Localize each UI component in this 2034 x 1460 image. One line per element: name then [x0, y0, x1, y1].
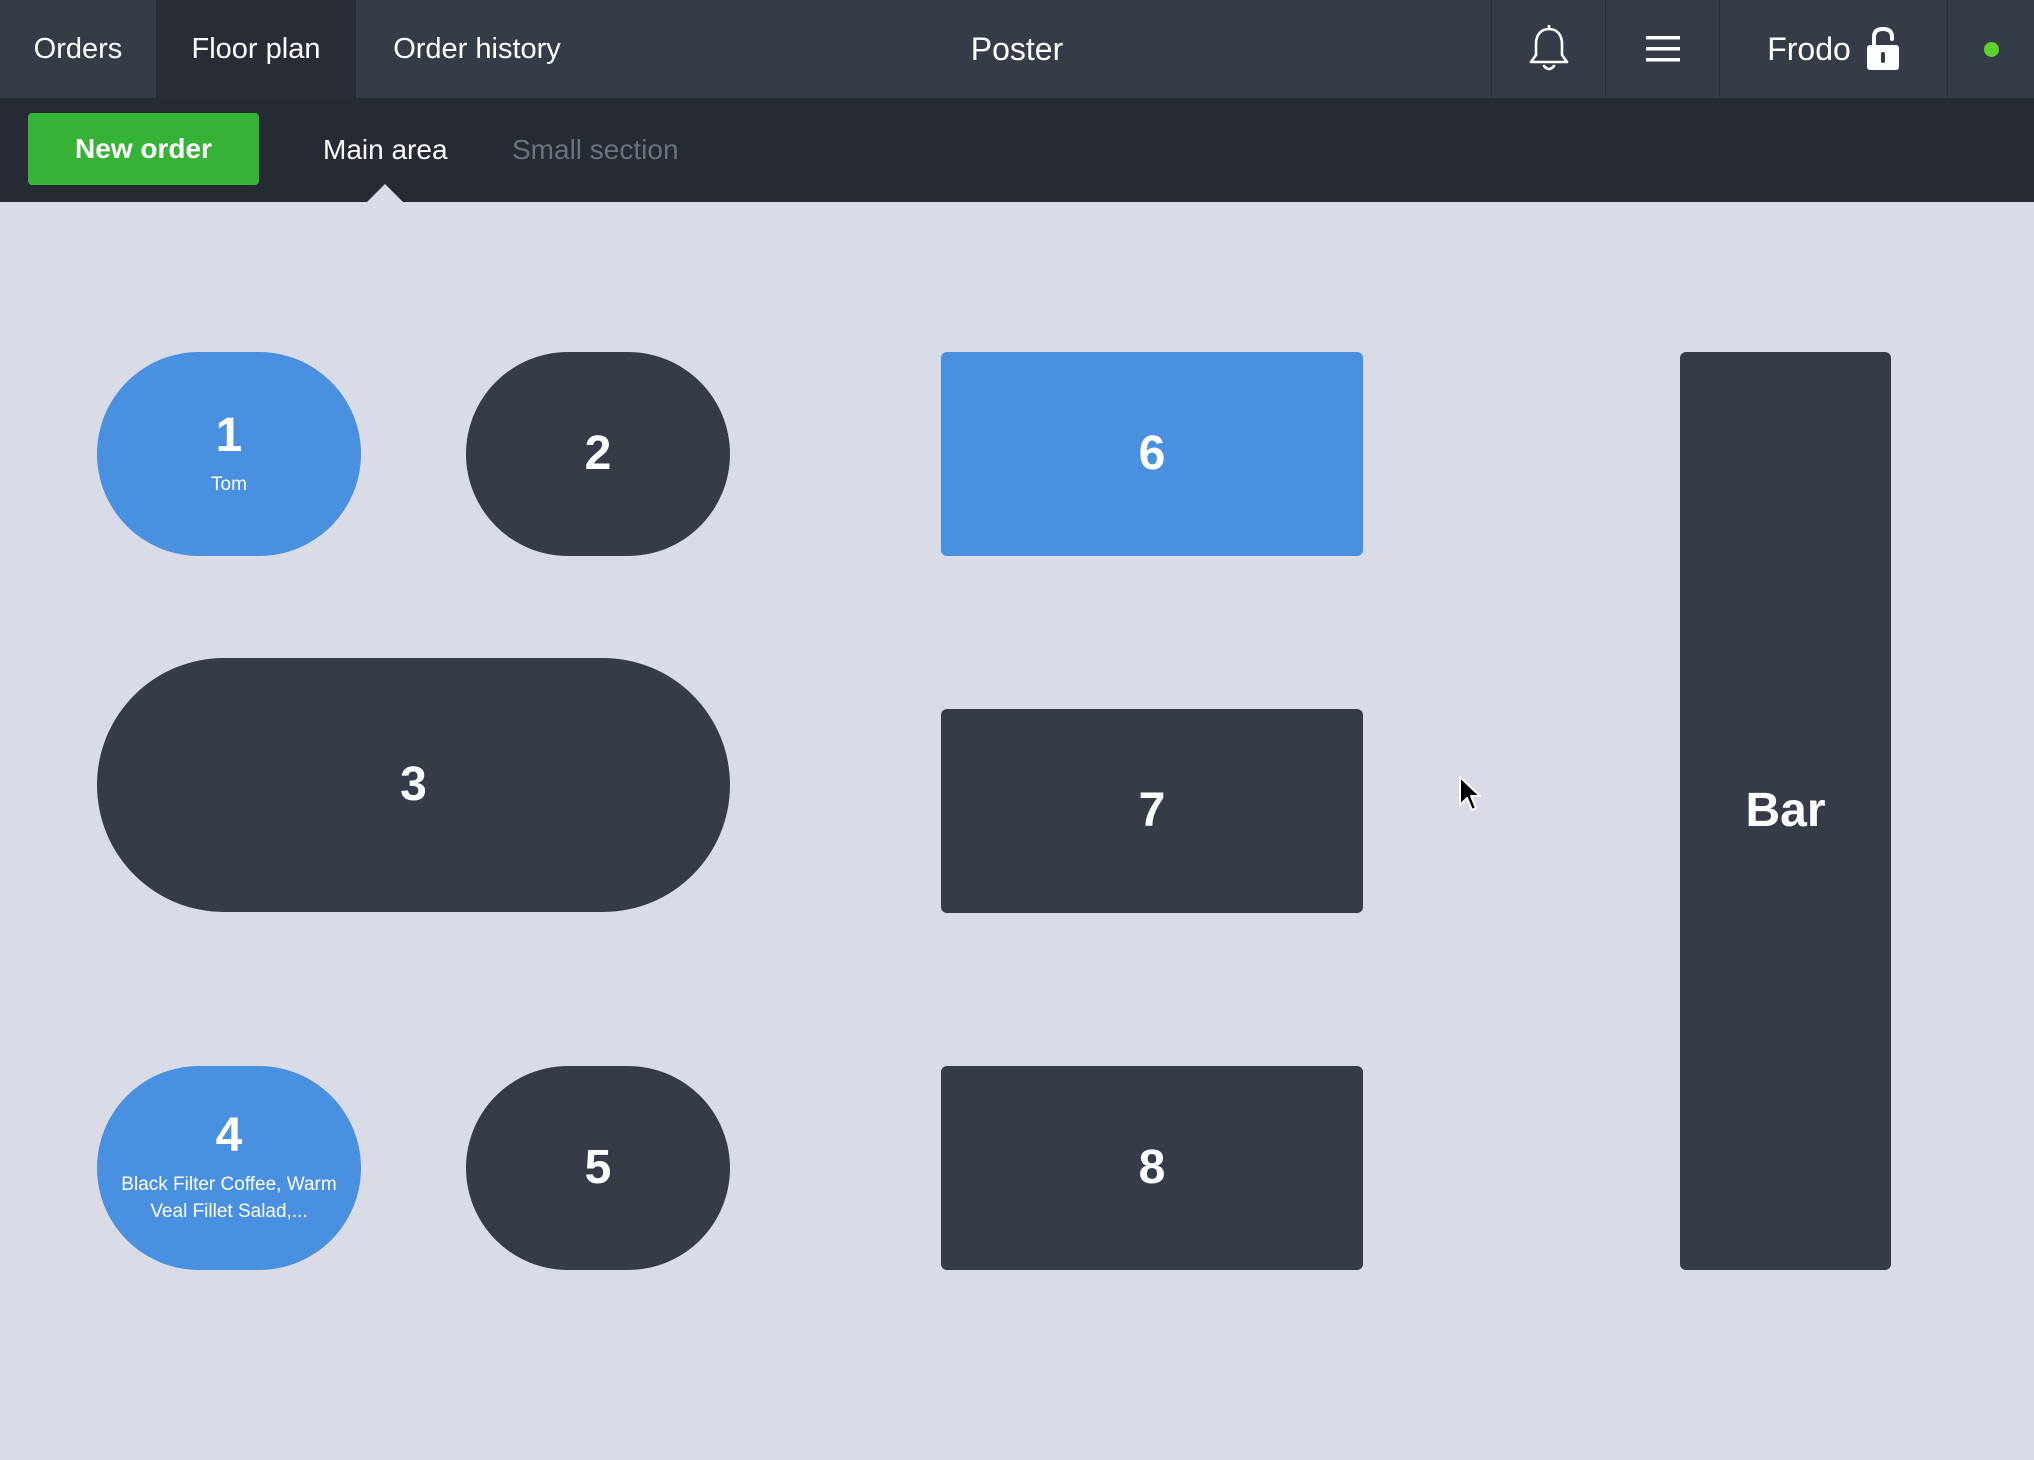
area-bar: New order Main area Small section [0, 98, 2034, 202]
table-5[interactable]: 5 [466, 1066, 730, 1270]
table-3[interactable]: 3 [97, 658, 730, 912]
new-order-button[interactable]: New order [28, 113, 259, 185]
tab-order-history-label: Order history [393, 32, 561, 65]
mouse-cursor-icon [1459, 776, 1481, 811]
tab-floor-plan-label: Floor plan [191, 32, 321, 65]
bell-icon [1529, 25, 1569, 71]
unlocked-padlock-icon [1866, 26, 1899, 70]
table-number: 3 [400, 757, 427, 811]
table-1[interactable]: 1 Tom [97, 352, 361, 556]
table-2[interactable]: 2 [466, 352, 730, 556]
table-order-info: Tom [211, 473, 247, 495]
selected-area-indicator [366, 184, 404, 203]
area-tab-small-section[interactable]: Small section [512, 98, 679, 202]
table-7[interactable]: 7 [941, 709, 1363, 913]
table-number: 7 [1138, 783, 1166, 837]
top-bar: Orders Floor plan Order history Poster F… [0, 0, 2034, 98]
tab-orders-label: Orders [33, 32, 123, 65]
user-lock-button[interactable]: Frodo [1719, 0, 1948, 98]
table-number: 2 [584, 426, 612, 480]
table-order-info: Black Filter Coffee, Warm Veal Fillet Sa… [121, 1173, 337, 1223]
menu-button[interactable] [1605, 0, 1720, 98]
table-number: 8 [1138, 1140, 1166, 1194]
connection-status [1947, 0, 2034, 98]
table-number: 5 [584, 1140, 612, 1194]
status-dot [1984, 41, 1999, 57]
area-tab-main-area-label: Main area [323, 134, 448, 165]
notifications-button[interactable] [1491, 0, 1606, 98]
table-bar[interactable]: Bar [1680, 352, 1891, 1270]
table-number: Bar [1745, 783, 1826, 837]
table-6[interactable]: 6 [941, 352, 1363, 556]
table-number: 4 [215, 1109, 243, 1163]
tab-orders[interactable]: Orders [0, 0, 156, 98]
hamburger-menu-icon [1646, 36, 1680, 62]
table-4[interactable]: 4 Black Filter Coffee, Warm Veal Fillet … [97, 1066, 361, 1270]
area-tab-small-section-label: Small section [512, 134, 679, 165]
table-number: 1 [215, 408, 243, 462]
table-number: 6 [1138, 426, 1166, 480]
tab-floor-plan[interactable]: Floor plan [156, 0, 356, 98]
table-8[interactable]: 8 [941, 1066, 1363, 1270]
user-name: Frodo [1767, 30, 1851, 67]
tab-order-history[interactable]: Order history [356, 0, 598, 98]
